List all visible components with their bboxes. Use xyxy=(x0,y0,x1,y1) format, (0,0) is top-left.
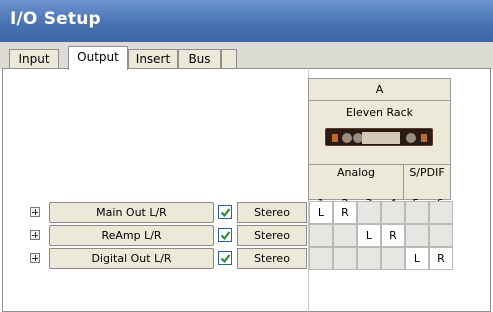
spdif-label: S/PDIF xyxy=(409,166,445,179)
title-bar: I/O Setup xyxy=(0,0,493,42)
output-row: Digital Out L/R Stereo L R xyxy=(0,247,493,270)
assign-cell[interactable] xyxy=(309,224,333,247)
assign-cell[interactable]: L xyxy=(357,224,381,247)
tab-bus[interactable]: Bus xyxy=(178,49,221,69)
assign-cell[interactable]: L xyxy=(309,201,333,224)
tab-strip: Input Output Insert Bus xyxy=(0,42,493,70)
enable-checkbox[interactable] xyxy=(218,205,232,219)
expand-plus-icon[interactable] xyxy=(30,230,40,240)
assign-cell[interactable] xyxy=(333,224,357,247)
output-name-button[interactable]: Digital Out L/R xyxy=(49,248,214,269)
eleven-rack-device-icon xyxy=(325,128,433,146)
window-title: I/O Setup xyxy=(10,9,101,29)
output-name-button[interactable]: ReAmp L/R xyxy=(49,225,214,246)
assign-cell[interactable] xyxy=(357,201,381,224)
assign-cell[interactable] xyxy=(429,224,453,247)
checkmark-icon xyxy=(220,208,231,218)
enable-checkbox[interactable] xyxy=(218,228,232,242)
format-button[interactable]: Stereo xyxy=(237,202,307,223)
analog-label: Analog xyxy=(336,166,375,179)
assign-cell[interactable] xyxy=(405,224,429,247)
device-header: Eleven Rack xyxy=(308,101,451,165)
device-group-header: A xyxy=(308,78,451,101)
tab-input[interactable]: Input xyxy=(9,49,59,69)
format-button[interactable]: Stereo xyxy=(237,225,307,246)
output-row: Main Out L/R Stereo L R xyxy=(0,201,493,224)
assign-cell[interactable] xyxy=(309,247,333,270)
expand-plus-icon[interactable] xyxy=(30,253,40,263)
tab-output[interactable]: Output xyxy=(68,46,128,70)
tab-strip-end xyxy=(221,49,237,69)
device-name: Eleven Rack xyxy=(345,106,414,119)
checkmark-icon xyxy=(220,254,231,264)
assign-cell[interactable] xyxy=(405,201,429,224)
assign-cell[interactable]: R xyxy=(333,201,357,224)
assign-cell[interactable]: R xyxy=(381,224,405,247)
assign-cell[interactable] xyxy=(333,247,357,270)
assign-cell[interactable] xyxy=(381,247,405,270)
assign-cell[interactable] xyxy=(357,247,381,270)
format-button[interactable]: Stereo xyxy=(237,248,307,269)
assign-cell[interactable]: R xyxy=(429,247,453,270)
assign-cell[interactable]: L xyxy=(405,247,429,270)
enable-checkbox[interactable] xyxy=(218,251,232,265)
expand-plus-icon[interactable] xyxy=(30,207,40,217)
assign-cell[interactable] xyxy=(429,201,453,224)
assign-cell[interactable] xyxy=(381,201,405,224)
output-row: ReAmp L/R Stereo L R xyxy=(0,224,493,247)
checkmark-icon xyxy=(220,231,231,241)
output-name-button[interactable]: Main Out L/R xyxy=(49,202,214,223)
tab-insert[interactable]: Insert xyxy=(128,49,178,69)
spdif-section-header: S/PDIF 5 6 xyxy=(404,165,451,210)
analog-section-header: Analog 1 2 3 4 xyxy=(308,165,404,210)
